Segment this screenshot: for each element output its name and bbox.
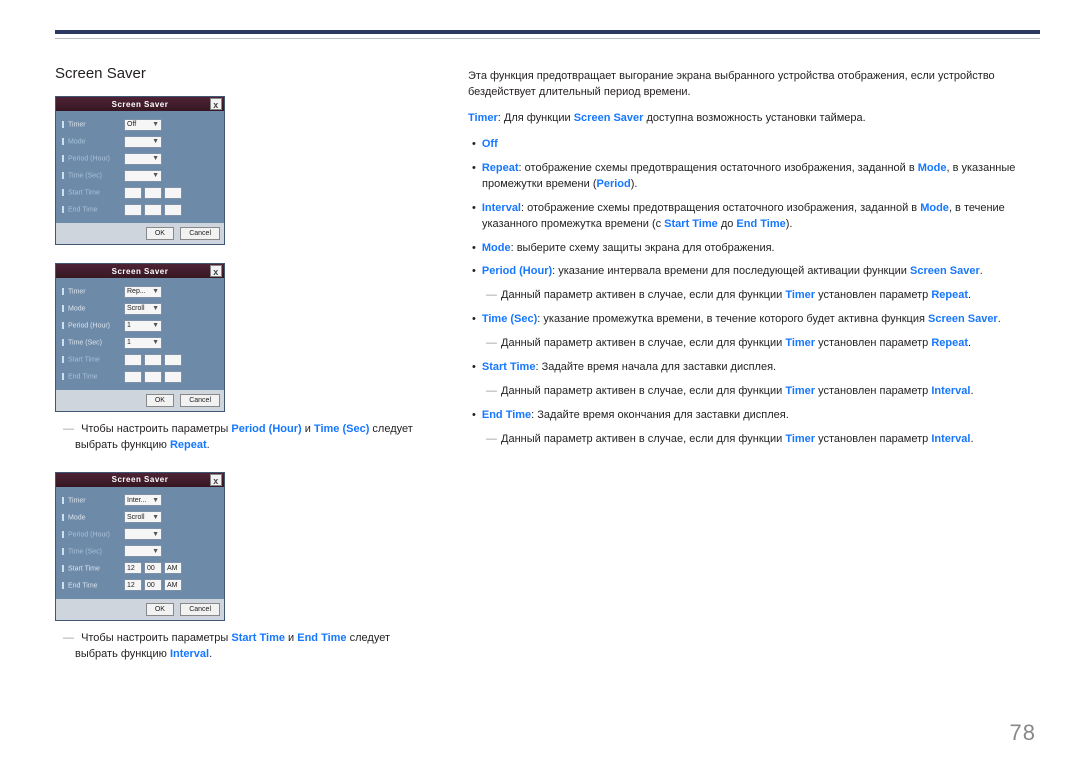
caption-repeat: Чтобы настроить параметры Period (Hour) … [75,422,420,454]
field-timesec-label: Time (Sec) [62,172,124,179]
end-hour[interactable]: 12 [124,579,142,591]
dialog-title-text: Screen Saver [112,100,169,109]
close-icon[interactable]: x [210,98,222,110]
caption-interval: Чтобы настроить параметры Start Time и E… [75,631,420,663]
field-end-label: End Time [62,206,124,213]
field-period-label: Period (Hour) [62,155,124,162]
left-column: Screen Saver Screen Saver x Timer Off▼ M… [55,65,420,681]
timer-select[interactable]: Rep...▼ [124,286,162,298]
dialog-interval: Screen Saver x Timer Inter...▼ Mode Scro… [55,472,225,621]
cancel-button[interactable]: Cancel [180,227,220,240]
close-icon[interactable]: x [210,474,222,486]
close-icon[interactable]: x [210,265,222,277]
period-select[interactable]: 1▼ [124,320,162,332]
dialog-title: Screen Saver x [56,97,224,111]
cancel-button[interactable]: Cancel [180,394,220,407]
timer-select[interactable]: Inter...▼ [124,494,162,506]
section-title: Screen Saver [55,65,420,82]
timesec-select: ▼ [124,170,162,182]
end-min[interactable]: 00 [144,579,162,591]
body-text: Эта функция предотвращает выгорание экра… [468,69,1040,456]
cancel-button[interactable]: Cancel [180,603,220,616]
ok-button[interactable]: OK [146,227,174,240]
ok-button[interactable]: OK [146,603,174,616]
field-start-label: Start Time [62,189,124,196]
dialog-repeat: Screen Saver x Timer Rep...▼ Mode Scroll… [55,263,225,412]
ok-button[interactable]: OK [146,394,174,407]
dialog-off: Screen Saver x Timer Off▼ Mode ▼ Period … [55,96,225,245]
mode-select[interactable]: Scroll▼ [124,303,162,315]
field-timer-label: Timer [62,121,124,128]
page-number: 78 [1010,720,1036,746]
end-ampm[interactable]: AM [164,579,182,591]
timesec-select[interactable]: 1▼ [124,337,162,349]
intro-text: Эта функция предотвращает выгорание экра… [468,69,1040,101]
start-hour[interactable]: 12 [124,562,142,574]
field-mode-label: Mode [62,138,124,145]
start-min[interactable]: 00 [144,562,162,574]
mode-select[interactable]: Scroll▼ [124,511,162,523]
period-select: ▼ [124,153,162,165]
mode-select: ▼ [124,136,162,148]
timer-select[interactable]: Off▼ [124,119,162,131]
start-ampm[interactable]: AM [164,562,182,574]
